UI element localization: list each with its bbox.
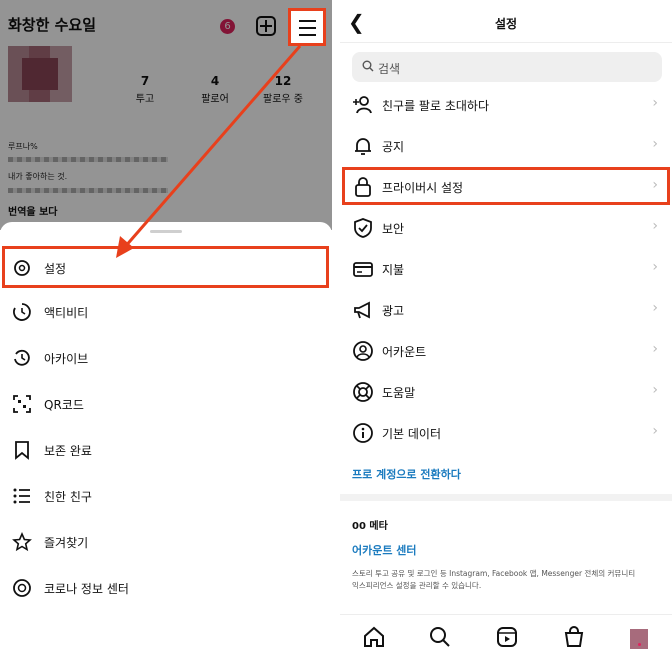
add-person-icon [353, 96, 372, 114]
privacy-highlight-box [342, 167, 670, 205]
sheet-drag-handle[interactable] [150, 230, 182, 233]
account-icon [353, 341, 373, 361]
search-input[interactable]: 검색 [352, 52, 662, 82]
chevron-right-icon: › [652, 95, 658, 111]
chevron-right-icon: › [652, 259, 658, 275]
settings-row-label: 공지 [382, 140, 405, 154]
header-divider [340, 42, 672, 43]
qr-code-icon [13, 395, 31, 413]
settings-row-payments[interactable]: 지불 › [340, 248, 672, 288]
close-friends-icon [13, 488, 30, 504]
hamburger-menu-icon[interactable] [288, 8, 326, 46]
sheet-item-label: QR코드 [44, 398, 84, 412]
sheet-item-label: 아카이브 [44, 352, 89, 366]
accounts-center-link[interactable]: 어카운트 센터 [352, 542, 417, 558]
meta-section-title: 00 메타 [352, 521, 388, 532]
bookmark-icon [15, 441, 29, 460]
settings-row-label: 기본 데이터 [382, 427, 442, 441]
settings-row-label: 보안 [382, 222, 405, 236]
info-center-icon [13, 579, 31, 597]
card-icon [353, 262, 373, 277]
chevron-right-icon: › [652, 341, 658, 357]
info-icon [353, 423, 373, 443]
page-title: 설정 [494, 17, 518, 31]
sheet-item-label: 코로나 정보 센터 [44, 582, 129, 596]
bottom-tab-bar [340, 614, 672, 658]
settings-row-label: 광고 [382, 304, 405, 318]
settings-row-label: 친구를 팔로 초대하다 [382, 99, 489, 113]
meta-description: 스토리 투고 공유 및 로그인 등 Instagram, Facebook 앱,… [352, 569, 636, 590]
section-divider [340, 494, 672, 501]
right-screenshot: ❮ 설정 검색 친구를 팔로 초대하다 › 공지 › 프라이버시 설정 › 보안… [340, 0, 672, 658]
dim-overlay [0, 0, 332, 230]
sheet-item-label: 즐겨찾기 [44, 536, 89, 550]
chevron-right-icon: › [652, 423, 658, 439]
settings-row-notifications[interactable]: 공지 › [340, 125, 672, 165]
settings-row-security[interactable]: 보안 › [340, 207, 672, 247]
megaphone-icon [354, 301, 370, 319]
shop-icon[interactable] [562, 625, 586, 649]
sheet-item-label: 보존 완료 [44, 444, 92, 458]
settings-row-help[interactable]: 도움말 › [340, 371, 672, 411]
home-icon[interactable] [362, 625, 386, 649]
search-tab-icon[interactable] [428, 625, 452, 649]
settings-row-invite[interactable]: 친구를 팔로 초대하다 › [340, 84, 672, 124]
sheet-item-close-friends[interactable]: 친한 친구 [0, 478, 332, 514]
sheet-item-favorites[interactable]: 즐겨찾기 [0, 524, 332, 560]
archive-icon [14, 349, 30, 366]
switch-pro-account-link[interactable]: 프로 계정으로 전환하다 [352, 466, 461, 482]
sheet-item-qr[interactable]: QR코드 [0, 386, 332, 422]
menu-bottom-sheet: 설정 액티비티 아카이브 QR코드 보존 완료 친한 친구 즐겨찾기 코로나 정… [0, 222, 332, 658]
sheet-item-label: 액티비티 [44, 306, 89, 320]
sheet-item-saved[interactable]: 보존 완료 [0, 432, 332, 468]
settings-highlight-box [2, 246, 329, 288]
settings-row-ads[interactable]: 광고 › [340, 289, 672, 329]
search-placeholder: 검색 [378, 62, 401, 76]
bell-icon [355, 138, 371, 155]
sheet-item-label: 친한 친구 [44, 490, 92, 504]
settings-row-label: 도움말 [382, 386, 416, 400]
settings-row-account[interactable]: 어카운트 › [340, 330, 672, 370]
sheet-item-activity[interactable]: 액티비티 [0, 294, 332, 330]
left-screenshot: 화창한 수요일 6 7 투고 4 팔로어 12 팔로우 중 루프나% 내가 좋아… [0, 0, 332, 658]
chevron-right-icon: › [652, 300, 658, 316]
chevron-right-icon: › [652, 382, 658, 398]
activity-icon [13, 303, 31, 321]
settings-row-label: 지불 [382, 263, 405, 277]
reels-icon[interactable] [495, 625, 519, 649]
profile-tab-avatar[interactable] [630, 629, 648, 649]
shield-icon [354, 218, 372, 238]
chevron-right-icon: › [652, 136, 658, 152]
settings-row-label: 어카운트 [382, 345, 427, 359]
sheet-item-archive[interactable]: 아카이브 [0, 340, 332, 376]
chevron-right-icon: › [652, 218, 658, 234]
settings-row-about[interactable]: 기본 데이터 › [340, 412, 672, 452]
star-icon [12, 532, 32, 552]
sheet-item-covid-center[interactable]: 코로나 정보 센터 [0, 570, 332, 606]
search-icon [362, 60, 374, 72]
lifebuoy-icon [353, 382, 373, 402]
